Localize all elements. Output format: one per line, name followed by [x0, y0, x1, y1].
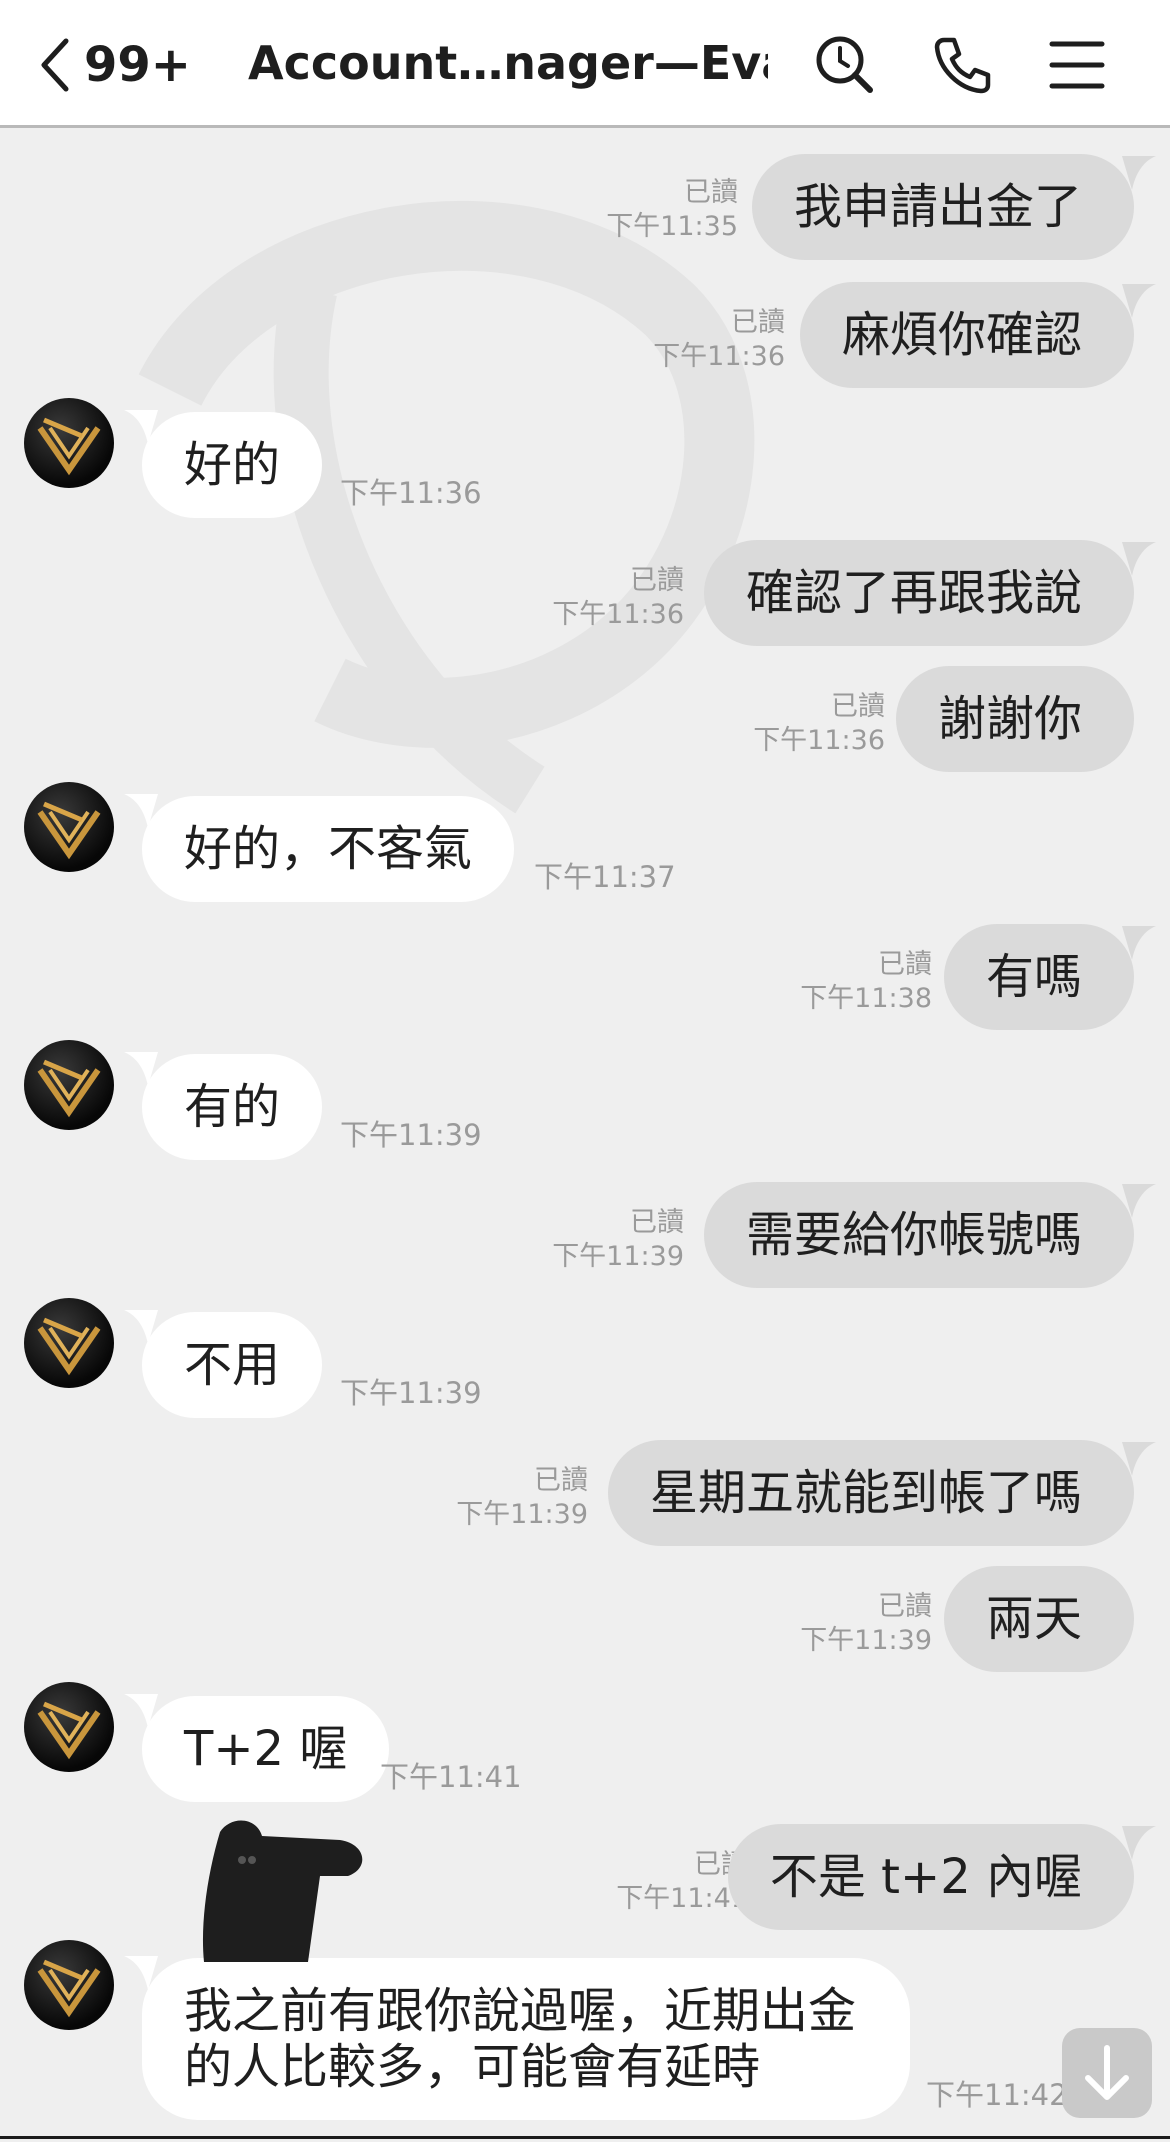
contact-avatar[interactable] — [24, 398, 114, 488]
incoming-message[interactable]: 有的 — [142, 1054, 323, 1160]
bubble-tail — [1122, 156, 1156, 190]
outgoing-message[interactable]: 兩天 — [943, 1566, 1134, 1672]
message-time: 下午11:39 — [340, 1118, 482, 1152]
contact-avatar[interactable] — [24, 1040, 114, 1130]
message-time: 下午11:37 — [534, 860, 676, 894]
bubble-tail — [1122, 284, 1156, 318]
chat-title: Account…nager—Eva — [248, 36, 768, 90]
search-button[interactable] — [812, 32, 878, 98]
contact-avatar[interactable] — [24, 782, 114, 872]
outgoing-message[interactable]: 有嗎 — [943, 924, 1134, 1030]
message-meta: 已讀 下午11:38 — [800, 949, 932, 1014]
character-sticker — [202, 1820, 363, 1962]
bottom-divider — [0, 2136, 1170, 2139]
bubble-tail — [1122, 1442, 1156, 1476]
scroll-to-bottom-button[interactable] — [1062, 2028, 1152, 2118]
incoming-message[interactable]: 好的，不客氣 — [142, 796, 515, 902]
phone-icon — [934, 37, 991, 94]
gold-v-logo-icon — [37, 1701, 101, 1760]
outgoing-message[interactable]: 謝謝你 — [895, 666, 1134, 772]
back-chevron-icon — [41, 38, 69, 92]
contact-avatar[interactable] — [24, 1940, 114, 2030]
outgoing-message[interactable]: 需要給你帳號嗎 — [703, 1182, 1134, 1288]
message-meta: 已讀 下午11:36 — [753, 691, 885, 756]
gold-v-logo-icon — [37, 417, 101, 476]
call-button[interactable] — [930, 32, 996, 98]
message-time: 下午11:41 — [380, 1760, 522, 1794]
message-time: 下午11:39 — [340, 1376, 482, 1410]
bubble-tail — [1122, 1826, 1156, 1860]
menu-icon — [1049, 41, 1105, 89]
message-time: 下午11:42 — [926, 2078, 1068, 2112]
message-time: 下午11:36 — [340, 476, 482, 510]
bubble-tail — [1122, 1184, 1156, 1218]
message-list: 已讀 下午11:35 我申請出金了 已讀 下午11:36 麻煩你確認 好的 下午11… — [0, 128, 1170, 2142]
gold-v-logo-icon — [37, 1059, 101, 1118]
outgoing-message[interactable]: 不是 t+2 內喔 — [727, 1824, 1134, 1930]
message-meta: 已讀 下午11:36 — [552, 565, 684, 630]
chat-header: 99+ Account…nager—Eva — [0, 0, 1170, 128]
contact-avatar[interactable] — [24, 1298, 114, 1388]
message-meta: 已讀 下午11:39 — [552, 1207, 684, 1272]
incoming-message[interactable]: 不用 — [142, 1312, 323, 1418]
bubble-tail — [1122, 926, 1156, 960]
outgoing-message[interactable]: 麻煩你確認 — [799, 282, 1134, 388]
message-meta: 已讀 下午11:39 — [800, 1591, 932, 1656]
search-icon — [816, 36, 873, 93]
arrow-down-icon — [1085, 2045, 1129, 2100]
gold-v-logo-icon — [37, 801, 101, 860]
gold-v-logo-icon — [37, 1317, 101, 1376]
outgoing-message[interactable]: 確認了再跟我說 — [703, 540, 1134, 646]
message-meta: 已讀 下午11:36 — [653, 307, 785, 372]
back-button[interactable]: 99+ — [36, 30, 191, 100]
incoming-message[interactable]: 好的 — [142, 412, 323, 518]
message-meta: 已讀 下午11:35 — [606, 177, 738, 242]
unread-count: 99+ — [84, 37, 192, 93]
outgoing-message[interactable]: 星期五就能到帳了嗎 — [607, 1440, 1134, 1546]
incoming-message[interactable]: T+2 喔 — [142, 1696, 390, 1802]
message-meta: 已讀 下午11:39 — [456, 1465, 588, 1530]
bubble-tail — [1122, 542, 1156, 576]
gold-v-logo-icon — [37, 1959, 101, 2018]
outgoing-message[interactable]: 我申請出金了 — [751, 154, 1134, 260]
incoming-message[interactable]: 我之前有跟你說過喔，近期出金 的人比較多，可能會有延時 — [142, 1958, 910, 2120]
contact-avatar[interactable] — [24, 1682, 114, 1772]
menu-button[interactable] — [1044, 32, 1110, 98]
